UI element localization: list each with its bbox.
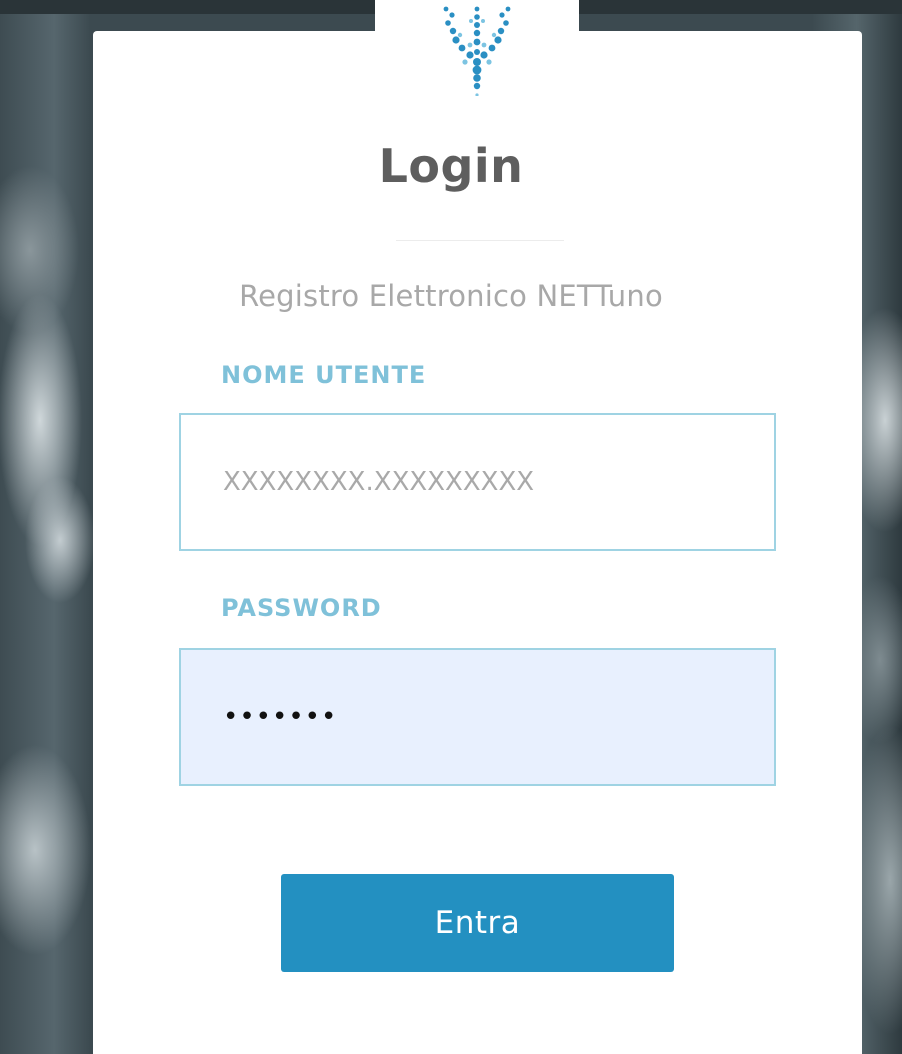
trident-logo-icon [443,6,511,96]
title-divider [396,240,564,241]
app-subtitle: Registro Elettronico NETTuno [239,279,663,313]
username-label: NOME UTENTE [221,361,427,389]
password-field[interactable] [179,648,776,786]
password-label: PASSWORD [221,594,382,622]
username-field[interactable] [179,413,776,551]
page-title: Login [378,139,524,193]
login-button[interactable]: Entra [281,874,674,972]
